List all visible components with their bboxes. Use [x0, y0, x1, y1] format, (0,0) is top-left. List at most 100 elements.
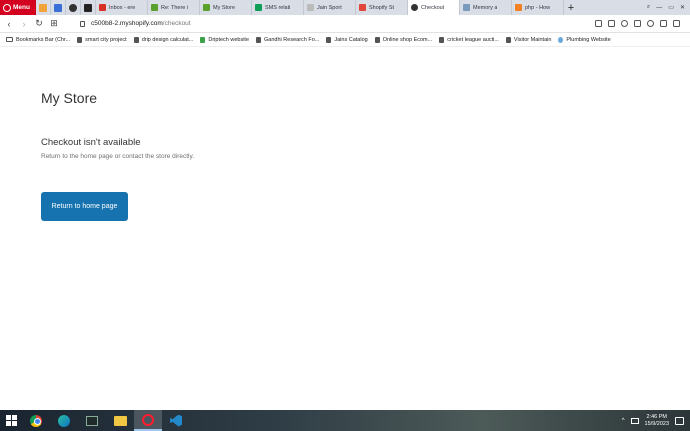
page-icon: [133, 36, 139, 43]
address-bar-row: ‹ › ↻ ⊞ c500b8-2.myshopify.com/checkout: [0, 15, 690, 33]
close-icon[interactable]: ✕: [680, 4, 685, 11]
zoom-icon[interactable]: [621, 20, 628, 27]
bookmark-item[interactable]: Bookmarks Bar (Chr...: [6, 37, 70, 43]
gmail-icon: [99, 4, 106, 11]
forward-icon[interactable]: ›: [18, 19, 30, 29]
taskbar-file-explorer[interactable]: [106, 410, 134, 431]
opera-icon: [142, 413, 154, 426]
pinned-tab-2[interactable]: [51, 0, 66, 15]
bookmark-item[interactable]: Plumbing Website: [558, 36, 611, 43]
pinned-favicon-icon: [69, 3, 77, 12]
taskbar-edge[interactable]: [50, 410, 78, 431]
clock-time: 2:46 PM: [646, 413, 667, 420]
tab-title: My Store: [213, 4, 236, 11]
edge-icon: [58, 414, 70, 427]
pinned-tab-3[interactable]: [66, 0, 81, 15]
bookmark-label: Driptech website: [208, 36, 250, 43]
bookmark-item[interactable]: smart city project: [77, 36, 127, 43]
bookmark-item[interactable]: Gandhi Research Fo...: [256, 36, 319, 43]
new-tab-button[interactable]: +: [564, 0, 578, 15]
bookmark-item[interactable]: Jains Catalog: [326, 36, 368, 43]
pinned-favicon-icon: [54, 3, 62, 12]
grid-icon[interactable]: ⊞: [48, 18, 60, 29]
share-icon[interactable]: [595, 20, 602, 27]
page-icon: [256, 36, 262, 43]
bookmark-label: drip design calculat...: [141, 36, 194, 43]
pinned-favicon-icon: [84, 3, 92, 12]
address-bar-actions: [595, 20, 680, 27]
minimize-icon[interactable]: —: [656, 5, 662, 11]
tab-active-checkout[interactable]: Checkout: [408, 0, 460, 15]
notification-icon[interactable]: [675, 416, 684, 425]
account-icon[interactable]: [647, 20, 654, 27]
leaf-icon: [200, 36, 206, 43]
page-icon: [77, 36, 83, 43]
taskbar: ^ 2:46 PM 15/9/2023: [0, 410, 690, 431]
tab[interactable]: php - How: [512, 0, 564, 15]
taskbar-terminal[interactable]: [78, 410, 106, 431]
pinned-tab-1[interactable]: [36, 0, 51, 15]
clock[interactable]: 2:46 PM 15/9/2023: [645, 414, 669, 428]
url-field[interactable]: c500b8-2.myshopify.com/checkout: [80, 20, 191, 27]
vscode-icon: [170, 414, 182, 427]
tab[interactable]: Re: There i: [148, 0, 200, 15]
bookmark-label: Plumbing Website: [566, 36, 611, 43]
maximize-icon[interactable]: ▭: [668, 4, 674, 11]
tab[interactable]: Inbox - ere: [96, 0, 148, 15]
start-button[interactable]: [0, 410, 22, 431]
bookmark-item[interactable]: Driptech website: [200, 36, 250, 43]
bookmarks-bar: Bookmarks Bar (Chr... smart city project…: [0, 33, 690, 47]
tab[interactable]: My Store: [200, 0, 252, 15]
terminal-icon: [86, 415, 98, 426]
page-heading: Checkout isn't available: [41, 137, 141, 148]
tab[interactable]: Shopify St: [356, 0, 408, 15]
stackoverflow-icon: [515, 4, 522, 11]
tab-title: Checkout: [421, 4, 445, 11]
tab[interactable]: Memory a: [460, 0, 512, 15]
shopify-store-icon: [359, 4, 366, 11]
opera-menu-button[interactable]: Menu: [0, 0, 36, 15]
bookmark-item[interactable]: Online shop Ecom...: [374, 36, 433, 43]
tab-title: SMS relati: [265, 4, 291, 11]
chrome-icon: [30, 414, 42, 427]
chevron-up-icon[interactable]: ^: [622, 418, 625, 424]
bookmark-item[interactable]: cricket league aucti...: [439, 36, 499, 43]
tab-title: Shopify St: [369, 4, 395, 11]
page-icon: [326, 36, 332, 43]
store-name[interactable]: My Store: [41, 90, 97, 106]
folder-icon: [6, 37, 13, 42]
taskbar-chrome[interactable]: [22, 410, 50, 431]
bookmark-label: smart city project: [85, 36, 127, 43]
system-tray: ^ 2:46 PM 15/9/2023: [622, 414, 690, 428]
bookmark-item[interactable]: drip design calculat...: [133, 36, 194, 43]
page-icon: [374, 36, 380, 43]
return-home-button[interactable]: Return to home page: [41, 192, 128, 221]
folder-icon: [113, 415, 127, 426]
tab[interactable]: Jain Sport: [304, 0, 356, 15]
bookmark-label: Bookmarks Bar (Chr...: [16, 36, 71, 43]
tab-title: php - How: [525, 4, 551, 11]
water-drop-icon: [558, 36, 564, 43]
pinned-tab-4[interactable]: [81, 0, 96, 15]
settings-icon[interactable]: [673, 20, 680, 27]
bookmark-item[interactable]: Visitor Maintain: [505, 36, 551, 43]
opera-logo-icon: [3, 3, 11, 12]
taskbar-opera[interactable]: [134, 410, 162, 431]
network-icon[interactable]: [630, 417, 639, 424]
tab[interactable]: SMS relati: [252, 0, 304, 15]
shopify-icon: [151, 4, 158, 11]
page-subtext: Return to the home page or contact the s…: [41, 153, 195, 160]
tab-title: Inbox - ere: [109, 4, 136, 11]
lock-icon: [80, 20, 85, 27]
bookmark-label: Online shop Ecom...: [382, 36, 433, 43]
camera-icon[interactable]: [608, 20, 615, 27]
back-icon[interactable]: ‹: [3, 19, 15, 29]
download-icon[interactable]: [660, 20, 667, 27]
bookmark-icon[interactable]: [634, 20, 641, 27]
search-tabs-icon[interactable]: ⌕: [647, 4, 650, 11]
reload-icon[interactable]: ↻: [33, 18, 45, 29]
page-icon: [505, 36, 511, 43]
page-icon: [463, 4, 470, 11]
url-path: /checkout: [162, 20, 191, 27]
taskbar-vscode[interactable]: [162, 410, 190, 431]
